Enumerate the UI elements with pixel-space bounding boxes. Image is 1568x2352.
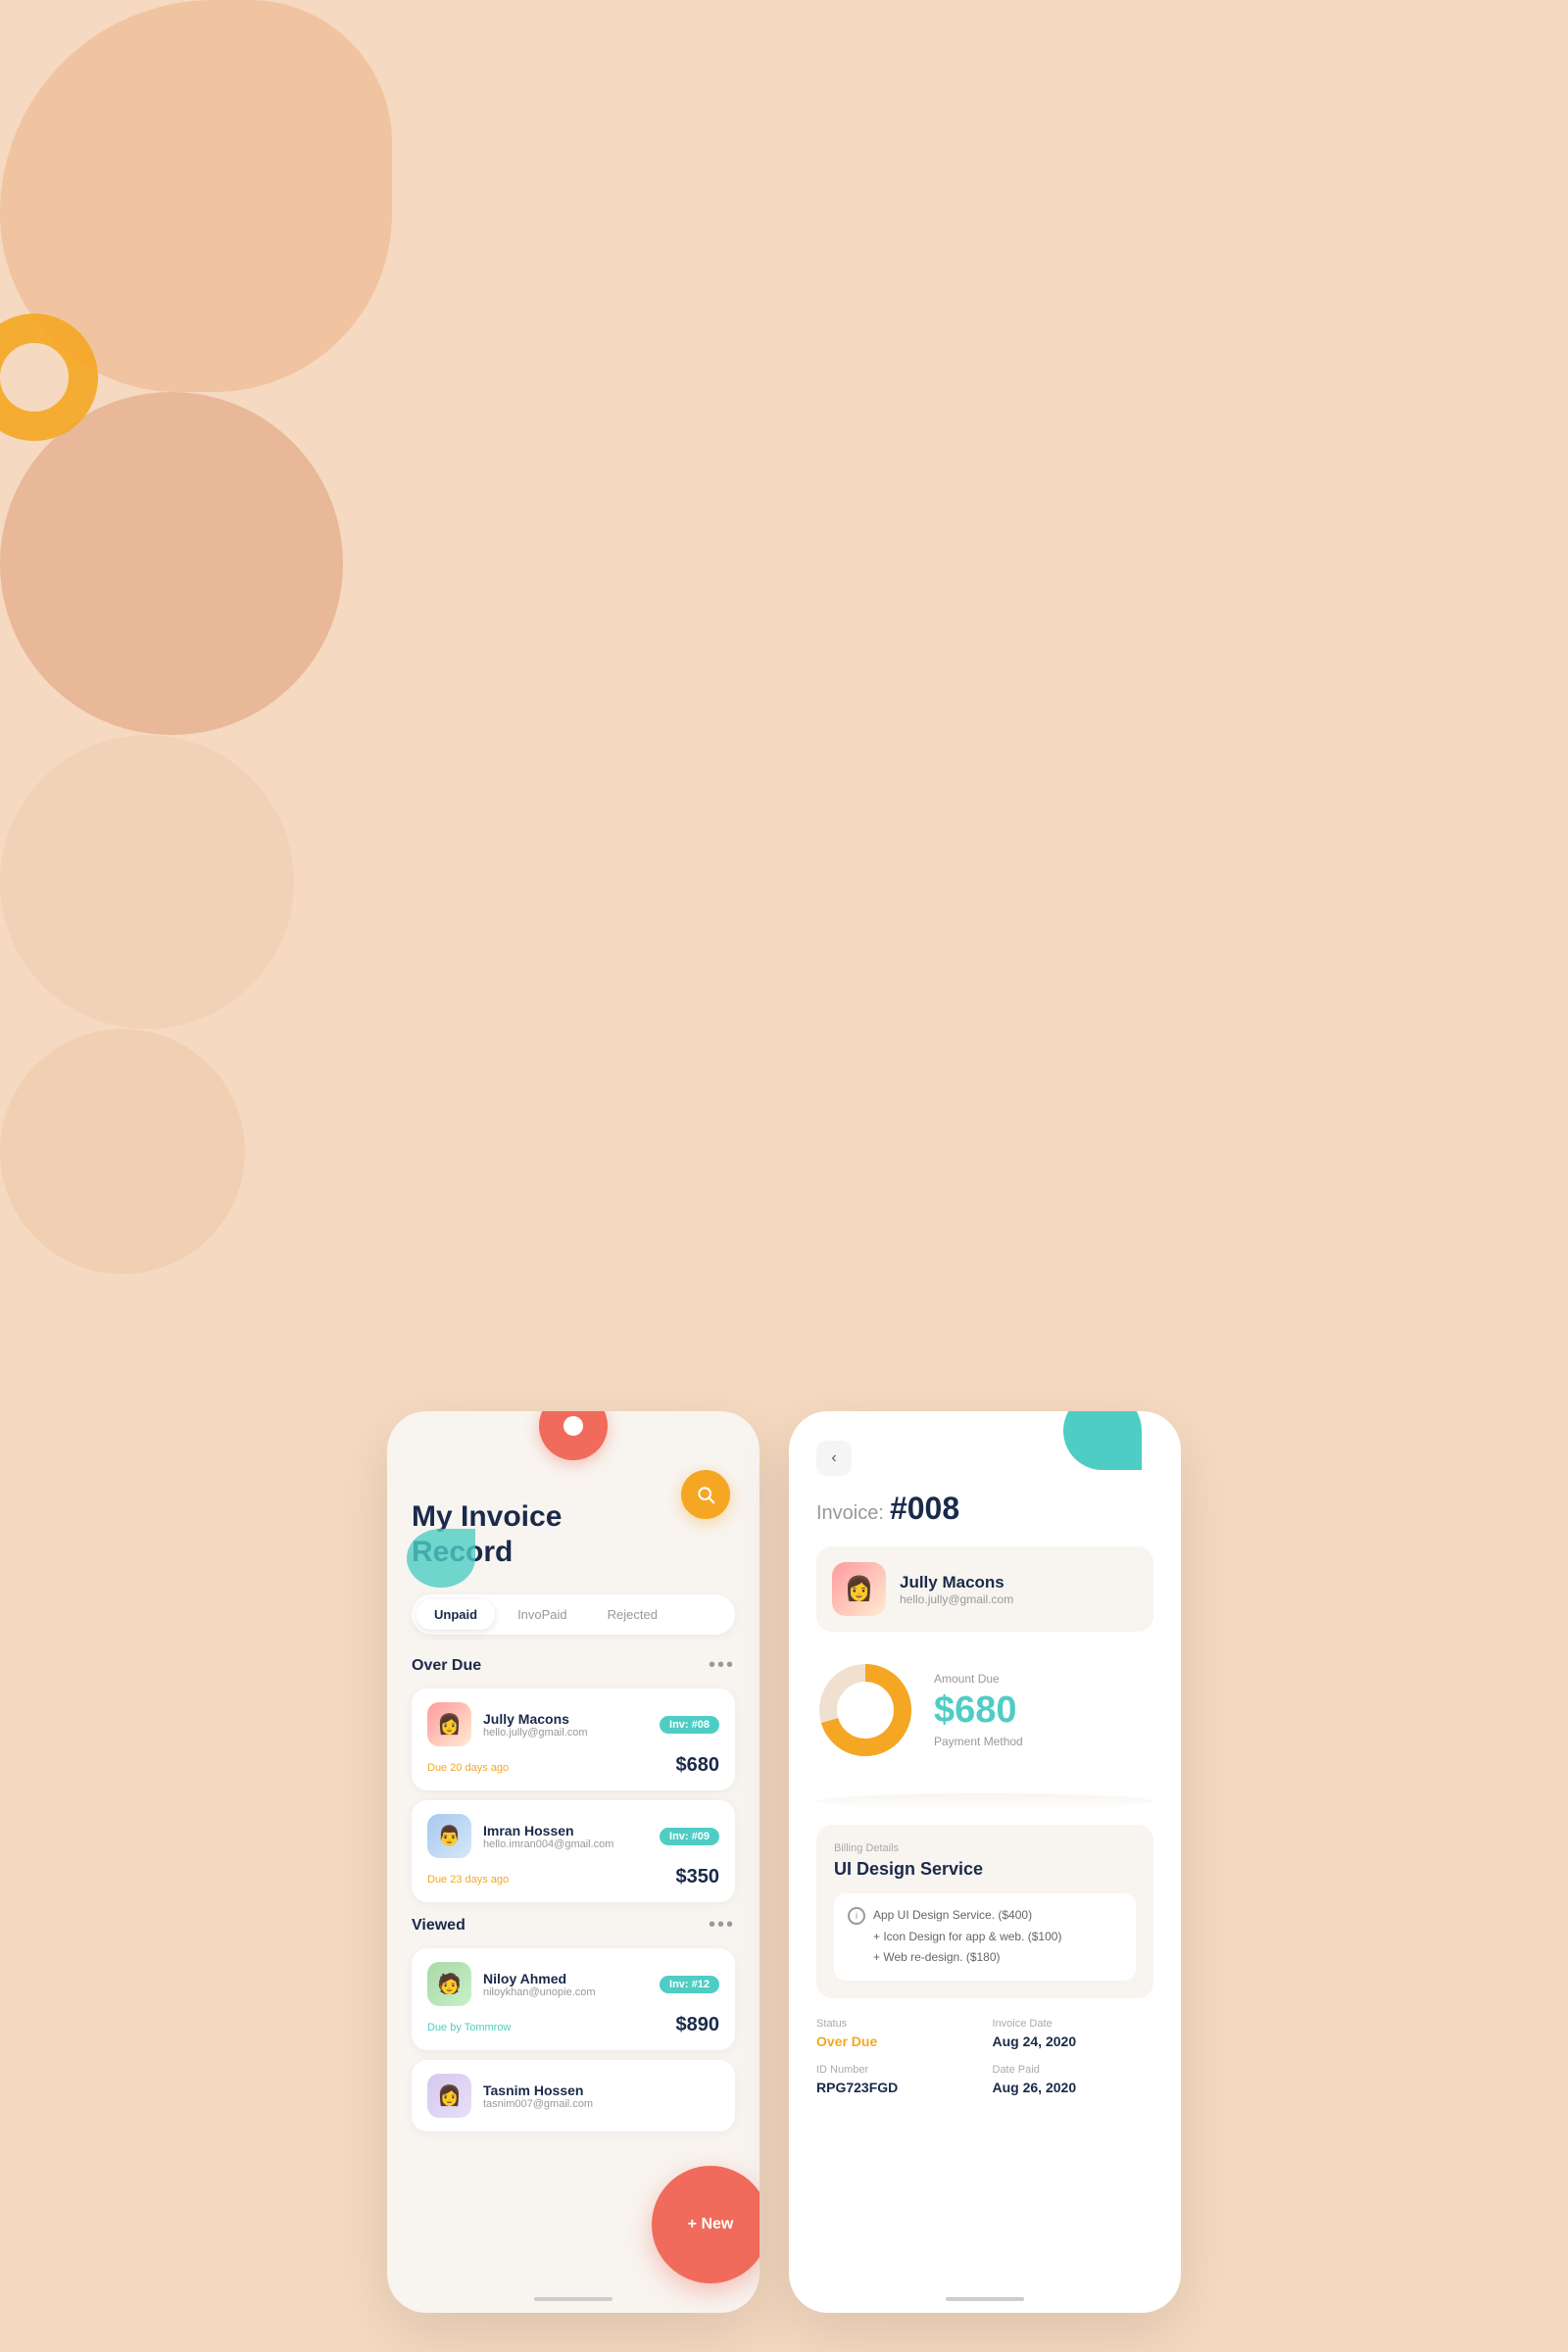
overdue-title: Over Due: [412, 1657, 481, 1675]
billing-item-row: i App UI Design Service. ($400) + Icon D…: [848, 1905, 1122, 1969]
invoice-amount-jully: $680: [676, 1754, 720, 1777]
wave-divider: [816, 1793, 1153, 1809]
left-phone: My Invoice Record Unpaid InvoPaid Reject…: [387, 1411, 760, 2313]
invoice-info-imran: Imran Hossen hello.imran004@gmail.com: [483, 1823, 648, 1850]
invoice-card-imran[interactable]: 👨 Imran Hossen hello.imran004@gmail.com …: [412, 1800, 735, 1902]
overdue-menu[interactable]: •••: [709, 1654, 735, 1677]
invoice-info-tasnim: Tasnim Hossen tasnim007@gmail.com: [483, 2082, 719, 2110]
new-button[interactable]: + New: [652, 2166, 760, 2283]
client-info: Jully Macons hello.jully@gmail.com: [900, 1573, 1013, 1606]
invoice-email-jully: hello.jully@gmail.com: [483, 1727, 648, 1739]
tab-rejected[interactable]: Rejected: [590, 1599, 675, 1630]
amount-info: Amount Due $680 Payment Method: [934, 1672, 1153, 1748]
invoice-name-jully: Jully Macons: [483, 1711, 648, 1727]
invoice-badge-niloy: Inv: #12: [660, 1976, 719, 1993]
meta-id-number: ID Number RPG723FGD: [816, 2064, 978, 2095]
bottom-bar-left: [534, 2297, 612, 2301]
viewed-title: Viewed: [412, 1917, 466, 1935]
meta-id-label: ID Number: [816, 2064, 978, 2076]
invoice-email-tasnim: tasnim007@gmail.com: [483, 2098, 719, 2110]
invoice-info-jully: Jully Macons hello.jully@gmail.com: [483, 1711, 648, 1739]
avatar-jully: 👩: [427, 1702, 471, 1746]
meta-status-value: Over Due: [816, 2034, 978, 2049]
client-avatar: 👩: [832, 1562, 886, 1616]
meta-date-paid-label: Date Paid: [993, 2064, 1154, 2076]
bottom-bar-right: [946, 2297, 1024, 2301]
donut-chart: [816, 1661, 914, 1759]
invoice-card-tasnim[interactable]: 👩 Tasnim Hossen tasnim007@gmail.com: [412, 2060, 735, 2132]
tab-invopaid[interactable]: InvoPaid: [500, 1599, 585, 1630]
client-card: 👩 Jully Macons hello.jully@gmail.com: [816, 1546, 1153, 1632]
invoice-email-niloy: niloykhan@unopie.com: [483, 1986, 648, 1998]
teal-accent-left: [407, 1529, 475, 1588]
invoice-card-niloy[interactable]: 🧑 Niloy Ahmed niloykhan@unopie.com Inv: …: [412, 1948, 735, 2050]
invoice-badge-imran: Inv: #09: [660, 1828, 719, 1845]
meta-id-value: RPG723FGD: [816, 2080, 978, 2095]
invoice-amount-niloy: $890: [676, 2014, 720, 2036]
overdue-section-header: Over Due •••: [412, 1654, 735, 1677]
search-button[interactable]: [681, 1470, 730, 1519]
client-name: Jully Macons: [900, 1573, 1013, 1592]
billing-title: UI Design Service: [834, 1859, 1136, 1880]
invoice-badge-jully: Inv: #08: [660, 1716, 719, 1734]
meta-status: Status Over Due: [816, 2018, 978, 2049]
top-red-icon: [539, 1411, 608, 1460]
invoice-name-tasnim: Tasnim Hossen: [483, 2082, 719, 2098]
invoice-amount-imran: $350: [676, 1866, 720, 1888]
back-button[interactable]: ‹: [816, 1441, 852, 1476]
invoice-number: #008: [890, 1491, 959, 1527]
tab-unpaid[interactable]: Unpaid: [416, 1599, 495, 1630]
billing-items: i App UI Design Service. ($400) + Icon D…: [834, 1893, 1136, 1981]
meta-invoice-date-value: Aug 24, 2020: [993, 2034, 1154, 2049]
client-email: hello.jully@gmail.com: [900, 1592, 1013, 1606]
avatar-tasnim: 👩: [427, 2074, 471, 2118]
meta-invoice-date: Invoice Date Aug 24, 2020: [993, 2018, 1154, 2049]
invoice-due-jully: Due 20 days ago: [427, 1762, 509, 1774]
invoice-header: Invoice: #008: [816, 1491, 1153, 1527]
meta-invoice-date-label: Invoice Date: [993, 2018, 1154, 2030]
amount-section: Amount Due $680 Payment Method: [816, 1651, 1153, 1769]
screens-container: My Invoice Record Unpaid InvoPaid Reject…: [0, 1274, 1568, 2352]
invoice-info-niloy: Niloy Ahmed niloykhan@unopie.com: [483, 1971, 648, 1998]
avatar-niloy: 🧑: [427, 1962, 471, 2006]
viewed-menu[interactable]: •••: [709, 1914, 735, 1936]
right-phone: ‹ Invoice: #008 👩 Jully Macons hello.jul…: [789, 1411, 1181, 2313]
viewed-section-header: Viewed •••: [412, 1914, 735, 1936]
meta-date-paid-value: Aug 26, 2020: [993, 2080, 1154, 2095]
billing-card: Billing Details UI Design Service i App …: [816, 1825, 1153, 1998]
invoice-card-jully[interactable]: 👩 Jully Macons hello.jully@gmail.com Inv…: [412, 1689, 735, 1790]
invoice-name-niloy: Niloy Ahmed: [483, 1971, 648, 1986]
invoice-label: Invoice:: [816, 1502, 884, 1525]
invoice-due-niloy: Due by Tommrow: [427, 2022, 511, 2034]
meta-date-paid: Date Paid Aug 26, 2020: [993, 2064, 1154, 2095]
info-icon: i: [848, 1907, 865, 1925]
invoice-name-imran: Imran Hossen: [483, 1823, 648, 1838]
tabs-container: Unpaid InvoPaid Rejected: [412, 1594, 735, 1635]
meta-grid: Status Over Due Invoice Date Aug 24, 202…: [816, 2018, 1153, 2095]
invoice-due-imran: Due 23 days ago: [427, 1874, 509, 1886]
billing-label: Billing Details: [834, 1842, 1136, 1854]
invoice-email-imran: hello.imran004@gmail.com: [483, 1838, 648, 1850]
avatar-imran: 👨: [427, 1814, 471, 1858]
amount-due-label: Amount Due: [934, 1672, 1153, 1686]
amount-value: $680: [934, 1691, 1153, 1729]
meta-status-label: Status: [816, 2018, 978, 2030]
billing-lines: App UI Design Service. ($400) + Icon Des…: [873, 1905, 1061, 1969]
teal-accent-right: [1063, 1411, 1142, 1470]
payment-method-label: Payment Method: [934, 1735, 1153, 1748]
